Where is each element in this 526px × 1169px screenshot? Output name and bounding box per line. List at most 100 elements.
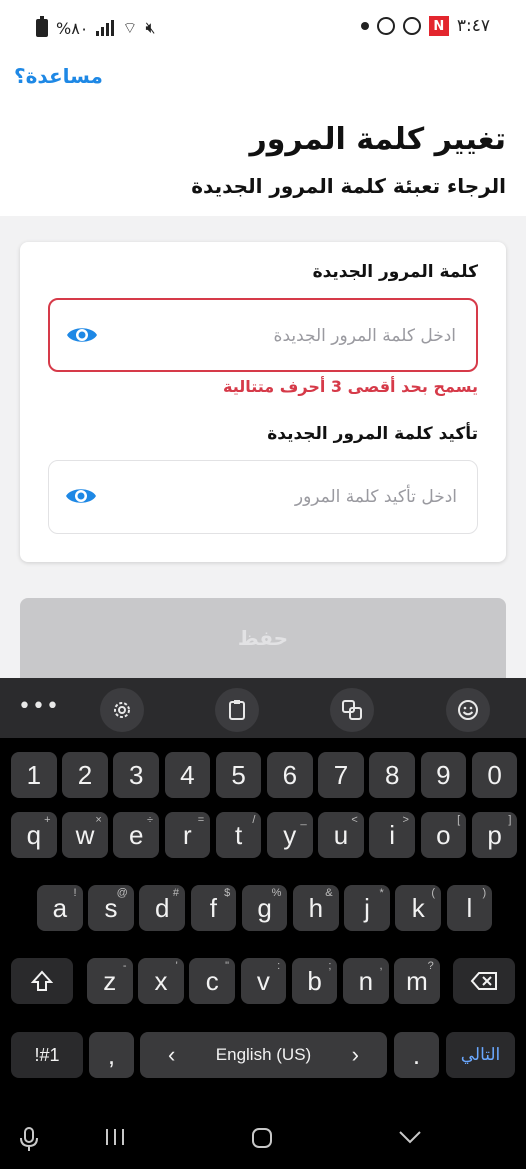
- key-r[interactable]: r =: [164, 812, 211, 858]
- key-4-label: 4: [180, 759, 195, 790]
- gear-icon[interactable]: [100, 688, 144, 732]
- key-5-label: 5: [231, 759, 246, 790]
- key-i[interactable]: i >: [369, 812, 415, 858]
- key-z-secondary: -: [122, 960, 127, 972]
- save-button-label: حفظ: [237, 626, 289, 650]
- key-z[interactable]: z-: [87, 958, 133, 1004]
- clipboard-icon[interactable]: [215, 688, 259, 732]
- new-password-label: كلمة المرور الجديدة: [312, 262, 478, 282]
- symbols-key[interactable]: !#1: [11, 1032, 83, 1078]
- key-y[interactable]: y _: [267, 812, 313, 858]
- page-subtitle: الرجاء تعبئة كلمة المرور الجديدة: [191, 174, 506, 198]
- key-b-label: b: [307, 965, 322, 996]
- key-h[interactable]: h &: [293, 885, 339, 931]
- more-icon[interactable]: •••: [18, 694, 60, 719]
- key-q-secondary: +: [44, 814, 51, 826]
- home-icon[interactable]: [250, 1126, 274, 1156]
- key-x-secondary: ': [175, 960, 178, 972]
- key-5[interactable]: 5: [215, 752, 262, 798]
- key-g-label: g: [257, 892, 272, 923]
- key-a-secondary: !: [73, 887, 77, 899]
- key-j-label: j: [364, 892, 370, 923]
- key-r-label: r: [183, 819, 192, 850]
- key-1[interactable]: 1: [11, 752, 57, 798]
- key-c[interactable]: c ": [189, 958, 235, 1004]
- symbols-key-label: !#1: [34, 1044, 60, 1065]
- microphone-icon[interactable]: [18, 1126, 40, 1158]
- key-f-label: f: [209, 892, 217, 923]
- show-password-eye-icon[interactable]: [66, 324, 98, 346]
- confirm-password-placeholder: ادخل تأكيد كلمة المرور: [294, 487, 457, 507]
- key-a[interactable]: a!: [37, 885, 83, 931]
- key-k[interactable]: k(: [395, 885, 441, 931]
- save-button[interactable]: حفظ: [20, 598, 506, 688]
- key-9[interactable]: 9: [420, 752, 467, 798]
- key-2-label: 2: [77, 759, 93, 790]
- new-password-field[interactable]: ادخل كلمة المرور الجديدة: [48, 298, 478, 372]
- key-x-label: x: [154, 965, 168, 996]
- key-7[interactable]: 7: [318, 752, 364, 798]
- key-e[interactable]: e ÷: [113, 812, 159, 858]
- key-2[interactable]: 2: [62, 752, 108, 798]
- hide-keyboard-icon[interactable]: [398, 1126, 422, 1151]
- key-q[interactable]: q +: [11, 812, 57, 858]
- space-key[interactable]: ‹ English (US) ›: [140, 1032, 387, 1078]
- key-t-label: t: [234, 819, 243, 850]
- help-link[interactable]: مساعدة؟: [14, 64, 103, 88]
- next-key[interactable]: التالي: [446, 1032, 515, 1078]
- keyboard: ••• 1 2 3 4 5 6 7 8 9 0 q + w × e ÷ r = t / y _ u < i > o[p] a! s @ d #…: [0, 678, 526, 1169]
- key-o[interactable]: o[: [420, 812, 467, 858]
- key-x[interactable]: x ': [138, 958, 184, 1004]
- comma-key[interactable]: ,: [89, 1032, 134, 1078]
- key-s[interactable]: s @: [88, 885, 134, 931]
- key-v[interactable]: v:: [240, 958, 287, 1004]
- app-badge-icon: N: [428, 16, 449, 36]
- key-t-secondary: /: [252, 814, 256, 826]
- key-i-label: i: [389, 819, 396, 850]
- status-right: N ٣:٤٧: [360, 16, 490, 36]
- notification-dot-icon: [360, 22, 369, 30]
- battery-icon: [36, 16, 48, 37]
- recent-apps-icon[interactable]: [104, 1126, 126, 1154]
- comma-key-label: ,: [107, 1039, 116, 1070]
- key-a-label: a: [52, 892, 68, 923]
- key-j-secondary: *: [379, 887, 384, 899]
- key-6-label: 6: [282, 759, 298, 790]
- key-l[interactable]: l): [446, 885, 493, 931]
- key-p-label: p: [487, 819, 502, 850]
- key-3[interactable]: 3: [113, 752, 159, 798]
- whatsapp-icon: [402, 17, 421, 35]
- key-0[interactable]: 0: [471, 752, 518, 798]
- translate-icon[interactable]: [330, 688, 374, 732]
- key-u[interactable]: u <: [318, 812, 364, 858]
- key-t[interactable]: t /: [215, 812, 262, 858]
- emoji-icon[interactable]: [446, 688, 490, 732]
- key-g[interactable]: g%: [241, 885, 288, 931]
- key-n[interactable]: n,: [343, 958, 389, 1004]
- confirm-password-field[interactable]: ادخل تأكيد كلمة المرور: [48, 460, 478, 534]
- confirm-password-label: تأكيد كلمة المرور الجديدة: [267, 424, 478, 444]
- key-8-label: 8: [384, 759, 400, 790]
- key-u-label: u: [333, 819, 349, 850]
- key-m-label: m: [406, 965, 428, 996]
- backspace-key[interactable]: [453, 958, 515, 1004]
- key-b[interactable]: b;: [291, 958, 338, 1004]
- show-confirm-password-eye-icon[interactable]: [65, 485, 97, 507]
- key-4[interactable]: 4: [164, 752, 211, 798]
- shift-key[interactable]: [11, 958, 73, 1004]
- app-notification-icon: [376, 17, 395, 35]
- key-g-secondary: %: [271, 887, 282, 899]
- period-key[interactable]: .: [394, 1032, 439, 1078]
- key-d[interactable]: d #: [139, 885, 185, 931]
- key-e-secondary: ÷: [146, 814, 153, 826]
- key-p[interactable]: p]: [471, 812, 518, 858]
- key-6[interactable]: 6: [267, 752, 313, 798]
- system-navigation-bar: [0, 1118, 526, 1169]
- key-8[interactable]: 8: [369, 752, 415, 798]
- key-f[interactable]: f $: [190, 885, 237, 931]
- period-key-label: .: [412, 1039, 421, 1070]
- key-m[interactable]: m?: [394, 958, 440, 1004]
- key-w[interactable]: w ×: [62, 812, 108, 858]
- key-h-label: h: [308, 892, 324, 923]
- key-j[interactable]: j *: [344, 885, 390, 931]
